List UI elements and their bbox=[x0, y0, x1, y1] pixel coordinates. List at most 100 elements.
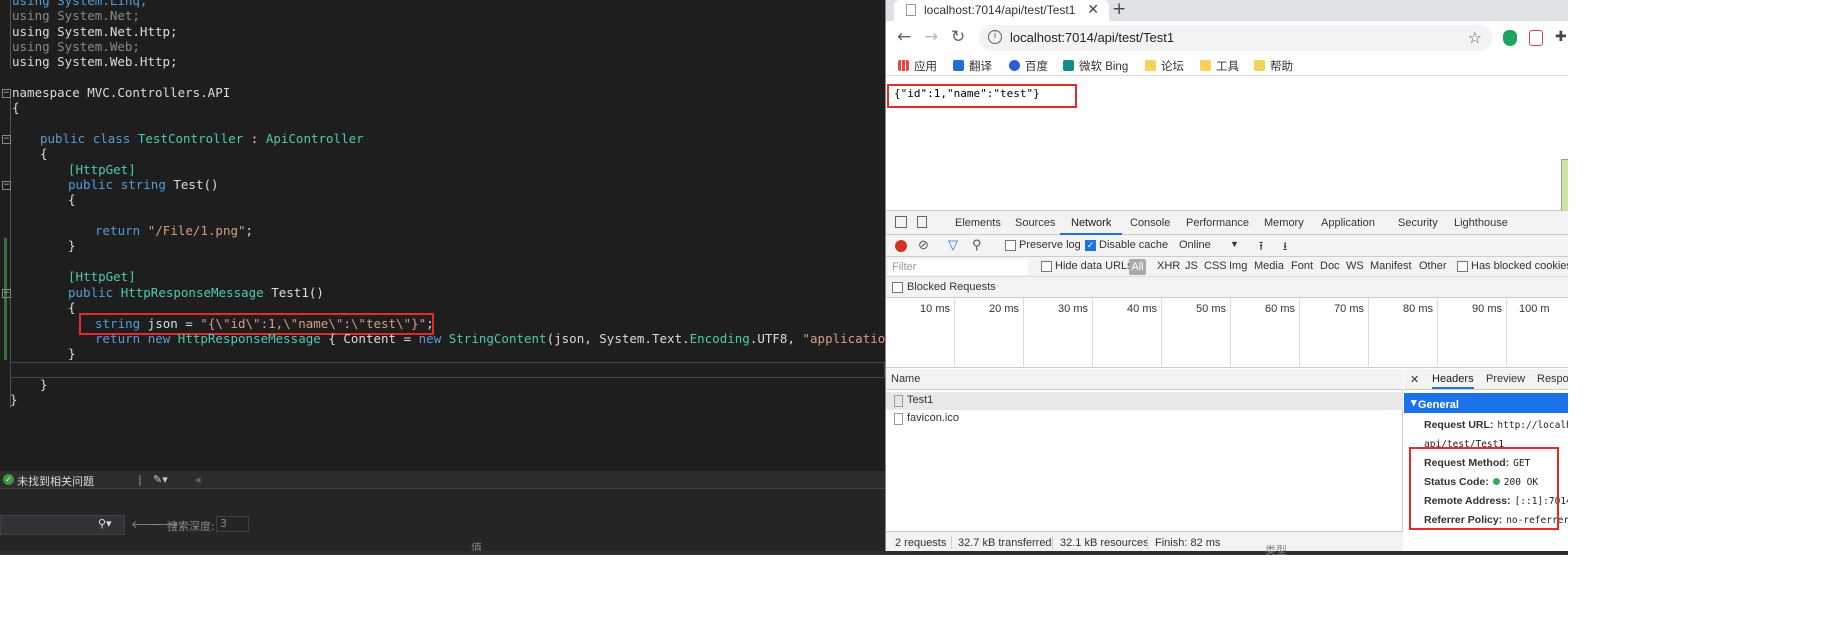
bookmark-translate[interactable]: 翻译 bbox=[953, 58, 992, 74]
code-line: { bbox=[68, 300, 76, 315]
tab-headers[interactable]: Headers bbox=[1432, 373, 1474, 389]
browser-tab[interactable]: localhost:7014/api/test/Test1 ✕ bbox=[894, 0, 1109, 21]
type-filter-doc[interactable]: Doc bbox=[1320, 260, 1340, 272]
filter-icon[interactable]: ▽ bbox=[948, 237, 958, 253]
code-line: using System.Web; bbox=[12, 39, 140, 54]
search-depth-select[interactable]: 3 bbox=[216, 516, 249, 532]
address-url[interactable]: localhost:7014/api/test/Test1 bbox=[1010, 30, 1174, 45]
code-line: { bbox=[40, 146, 48, 161]
collapse-icon[interactable]: − bbox=[2, 89, 11, 98]
code-line: using System.Net.Http; bbox=[12, 24, 178, 39]
tab-security[interactable]: Security bbox=[1398, 217, 1438, 229]
forward-icon[interactable]: → bbox=[924, 27, 938, 47]
code-line: return new HttpResponseMessage { Content… bbox=[95, 331, 885, 346]
code-editor[interactable]: using System.Linq; using System.Net; usi… bbox=[0, 0, 885, 470]
bookmark-tools[interactable]: 工具 bbox=[1200, 58, 1239, 74]
collapse-icon[interactable]: − bbox=[2, 135, 11, 144]
tab-lighthouse[interactable]: Lighthouse bbox=[1454, 217, 1508, 229]
timeline-tick: 30 ms bbox=[1024, 298, 1093, 368]
general-section-header[interactable]: ▾ General bbox=[1404, 393, 1568, 413]
info-icon[interactable]: i bbox=[988, 30, 1002, 44]
current-line-indicator bbox=[10, 362, 885, 378]
type-filter-media[interactable]: Media bbox=[1254, 260, 1284, 272]
device-toggle-icon[interactable] bbox=[917, 216, 927, 228]
timeline-tick: 80 ms bbox=[1369, 298, 1438, 368]
new-tab-button[interactable]: + bbox=[1112, 0, 1126, 19]
blocked-requests-label: Blocked Requests bbox=[907, 281, 996, 293]
tab-sources[interactable]: Sources bbox=[1015, 217, 1055, 229]
type-filter-img[interactable]: Img bbox=[1229, 260, 1247, 272]
separator: | bbox=[138, 473, 142, 486]
bookmark-star-icon[interactable]: ☆ bbox=[1468, 28, 1482, 47]
upload-icon[interactable]: ⭱ bbox=[1259, 237, 1263, 258]
transferred-size: 32.7 kB transferred bbox=[958, 537, 1052, 549]
throttle-select[interactable]: Online bbox=[1179, 239, 1211, 251]
type-filter-xhr[interactable]: XHR bbox=[1157, 260, 1180, 272]
search-icon[interactable]: ⚲▾ bbox=[98, 517, 112, 530]
reload-icon[interactable]: ↻ bbox=[951, 27, 965, 47]
brush-icon[interactable]: ✎▾ bbox=[153, 473, 168, 486]
issues-status[interactable]: 未找到相关问题 bbox=[17, 473, 94, 489]
shield-extension-icon[interactable] bbox=[1503, 30, 1517, 46]
bookmark-bing[interactable]: 微软 Bing bbox=[1063, 58, 1128, 74]
translate-icon bbox=[953, 60, 964, 71]
request-row-test1[interactable]: Test1 bbox=[886, 392, 1403, 410]
tab-network[interactable]: Network bbox=[1071, 217, 1111, 229]
address-bar[interactable]: i localhost:7014/api/test/Test1 ☆ bbox=[979, 25, 1492, 51]
code-line: using System.Linq; bbox=[12, 0, 148, 8]
collapse-icon[interactable]: − bbox=[2, 289, 11, 298]
bookmark-apps[interactable]: 应用 bbox=[898, 58, 937, 74]
type-filter-other[interactable]: Other bbox=[1419, 260, 1447, 272]
type-filter-css[interactable]: CSS bbox=[1204, 260, 1227, 272]
chevron-down-icon[interactable]: ▼ bbox=[1230, 239, 1239, 249]
clear-icon[interactable]: ⊘ bbox=[918, 237, 929, 253]
type-filter-manifest[interactable]: Manifest bbox=[1370, 260, 1412, 272]
tab-memory[interactable]: Memory bbox=[1264, 217, 1304, 229]
hide-data-urls-label: Hide data URLs bbox=[1055, 260, 1133, 272]
bookmark-baidu[interactable]: 百度 bbox=[1009, 58, 1048, 74]
timeline-tick: 60 ms bbox=[1231, 298, 1300, 368]
request-row-favicon[interactable]: favicon.ico bbox=[886, 410, 1403, 428]
blocked-requests-checkbox[interactable] bbox=[892, 282, 903, 293]
code-line: public string Test() bbox=[68, 177, 219, 192]
tab-application[interactable]: Application bbox=[1321, 217, 1375, 229]
code-line: namespace MVC.Controllers.API bbox=[12, 85, 231, 100]
general-headers-highlight bbox=[1409, 447, 1559, 530]
bookmark-help[interactable]: 帮助 bbox=[1254, 58, 1293, 74]
collapse-icon[interactable]: − bbox=[2, 181, 11, 190]
tab-response[interactable]: Respor bbox=[1537, 373, 1568, 385]
name-column-header[interactable]: Name bbox=[886, 369, 1403, 390]
disable-cache-checkbox[interactable]: ✓ bbox=[1085, 240, 1096, 251]
request-url-row: Request URL:http://localho bbox=[1424, 419, 1568, 431]
timeline-tick: 10 ms bbox=[886, 298, 955, 368]
scrollbar-thumb[interactable] bbox=[1561, 159, 1568, 211]
filter-bar: Filter Hide data URLs All XHR JS CSS Img… bbox=[886, 257, 1568, 277]
type-filter-js[interactable]: JS bbox=[1185, 260, 1198, 272]
search-icon[interactable]: ⚲ bbox=[972, 237, 982, 253]
type-filter-font[interactable]: Font bbox=[1291, 260, 1313, 272]
close-tab-icon[interactable]: ✕ bbox=[1087, 2, 1099, 18]
apps-grid-icon bbox=[898, 60, 909, 71]
tab-performance[interactable]: Performance bbox=[1186, 217, 1249, 229]
network-timeline[interactable]: 10 ms 20 ms 30 ms 40 ms 50 ms 60 ms 70 m… bbox=[886, 298, 1568, 368]
pdf-extension-icon[interactable] bbox=[1529, 30, 1543, 46]
puzzle-icon[interactable]: ✚ bbox=[1555, 29, 1567, 45]
tab-preview[interactable]: Preview bbox=[1486, 373, 1525, 385]
filter-input[interactable]: Filter bbox=[888, 259, 1028, 275]
has-blocked-cookies-checkbox[interactable] bbox=[1457, 261, 1468, 272]
download-icon[interactable]: ⭳ bbox=[1283, 237, 1287, 258]
close-detail-icon[interactable]: ✕ bbox=[1410, 373, 1419, 386]
bookmark-forum[interactable]: 论坛 bbox=[1145, 58, 1184, 74]
scroll-left-icon[interactable]: ◂ bbox=[195, 473, 201, 486]
inspect-icon[interactable] bbox=[895, 216, 907, 228]
hide-data-urls-checkbox[interactable] bbox=[1041, 261, 1052, 272]
type-filter-ws[interactable]: WS bbox=[1346, 260, 1364, 272]
tab-console[interactable]: Console bbox=[1130, 217, 1170, 229]
preserve-log-checkbox[interactable] bbox=[1005, 240, 1016, 251]
blocked-requests-bar: Blocked Requests bbox=[886, 277, 1568, 298]
back-icon[interactable]: ← bbox=[897, 27, 911, 47]
page-icon bbox=[906, 4, 916, 16]
tab-elements[interactable]: Elements bbox=[955, 217, 1001, 229]
record-icon[interactable] bbox=[895, 240, 907, 252]
type-filter-all[interactable]: All bbox=[1129, 259, 1146, 275]
